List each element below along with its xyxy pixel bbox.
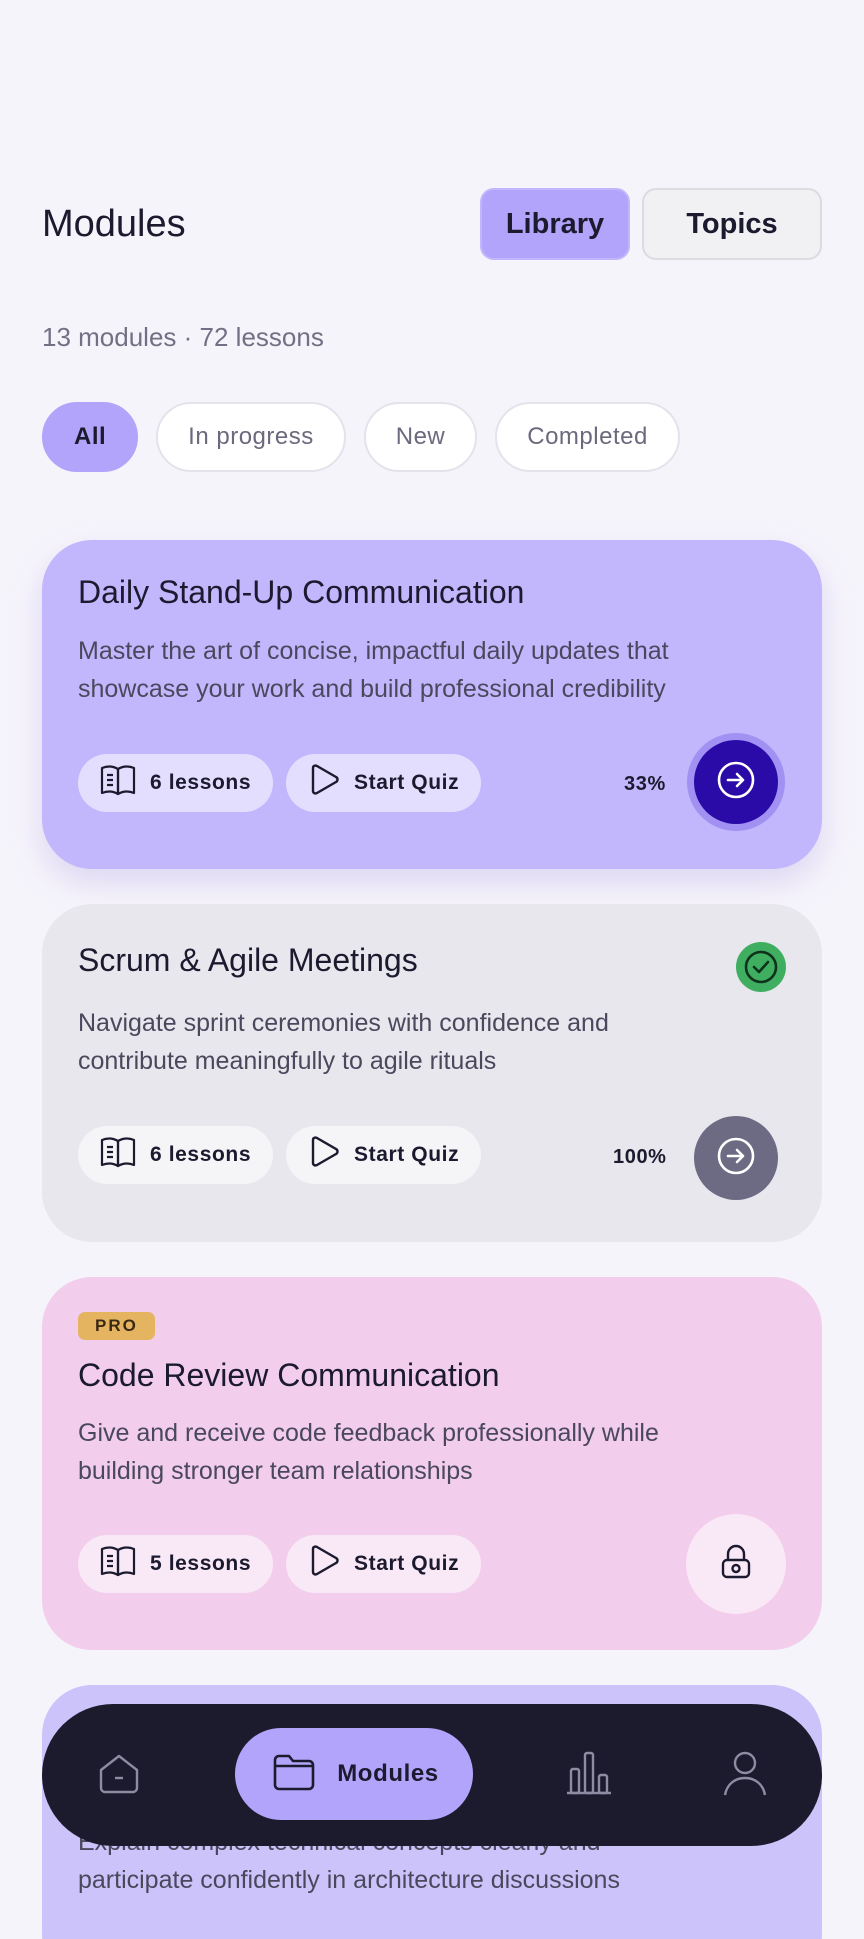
- check-circle-icon: [736, 942, 786, 992]
- lessons-count: 6 lessons: [150, 1143, 252, 1166]
- nav-modules[interactable]: Modules: [235, 1728, 473, 1820]
- filter-in-progress[interactable]: In progress: [156, 402, 346, 472]
- nav-profile[interactable]: [718, 1748, 772, 1802]
- start-quiz-button[interactable]: Start Quiz: [286, 1126, 482, 1184]
- start-quiz-label: Start Quiz: [354, 1552, 460, 1575]
- nav-progress[interactable]: [562, 1748, 616, 1802]
- card-description-line: showcase your work and build professiona…: [78, 675, 666, 703]
- lessons-pill[interactable]: 6 lessons: [78, 1126, 274, 1184]
- module-card-scrum-agile[interactable]: Scrum & Agile Meetings Navigate sprint c…: [42, 904, 822, 1242]
- start-quiz-label: Start Quiz: [354, 771, 460, 794]
- bottom-nav: Modules: [42, 1704, 822, 1846]
- card-description-line: Give and receive code feedback professio…: [78, 1419, 659, 1447]
- arrow-right-circle-icon: [716, 1136, 756, 1181]
- modules-summary: 13 modules · 72 lessons: [42, 322, 324, 352]
- folder-icon: [269, 1747, 319, 1802]
- card-title: Daily Stand-Up Communication: [78, 574, 525, 610]
- tab-topics[interactable]: Topics: [642, 188, 822, 260]
- open-module-button[interactable]: [694, 1116, 778, 1200]
- book-icon: [98, 1541, 138, 1587]
- lessons-count: 5 lessons: [150, 1552, 252, 1575]
- page-title: Modules: [42, 202, 186, 245]
- card-description-line: building stronger team relationships: [78, 1457, 473, 1485]
- lessons-pill[interactable]: 5 lessons: [78, 1535, 274, 1593]
- card-description-line: participate confidently in architecture …: [78, 1866, 620, 1894]
- card-description: Master the art of concise, impactful dai…: [78, 632, 786, 708]
- home-icon: [94, 1749, 144, 1804]
- pro-badge: PRO: [78, 1312, 155, 1340]
- card-description: Give and receive code feedback professio…: [78, 1414, 786, 1490]
- module-card-daily-standup[interactable]: Daily Stand-Up Communication Master the …: [42, 540, 822, 869]
- play-icon: [306, 762, 342, 804]
- play-icon: [306, 1543, 342, 1585]
- book-icon: [98, 760, 138, 806]
- card-description-line: Navigate sprint ceremonies with confiden…: [78, 1009, 609, 1037]
- play-icon: [306, 1134, 342, 1176]
- open-module-button[interactable]: [694, 740, 778, 824]
- card-description: Navigate sprint ceremonies with confiden…: [78, 1004, 786, 1080]
- filter-all[interactable]: All: [42, 402, 139, 472]
- arrow-right-circle-icon: [716, 760, 756, 805]
- start-quiz-button[interactable]: Start Quiz: [286, 1535, 482, 1593]
- lessons-count: 6 lessons: [150, 771, 252, 794]
- card-title: Scrum & Agile Meetings: [78, 942, 418, 978]
- lock-icon: [715, 1541, 757, 1588]
- card-description-line: Master the art of concise, impactful dai…: [78, 637, 669, 665]
- progress-percent: 100%: [613, 1146, 667, 1168]
- header: Modules Library Topics: [42, 186, 822, 262]
- view-switcher: Library Topics: [480, 188, 822, 260]
- lessons-pill[interactable]: 6 lessons: [78, 754, 274, 812]
- card-description-line: contribute meaningfully to agile rituals: [78, 1047, 497, 1075]
- locked-module-button[interactable]: [686, 1514, 786, 1614]
- filter-new[interactable]: New: [363, 402, 478, 472]
- tab-library[interactable]: Library: [480, 188, 630, 260]
- nav-home[interactable]: [92, 1749, 146, 1803]
- user-icon: [719, 1747, 771, 1804]
- module-card-code-review[interactable]: PRO Code Review Communication Give and r…: [42, 1277, 822, 1650]
- nav-modules-label: Modules: [337, 1760, 439, 1787]
- start-quiz-button[interactable]: Start Quiz: [286, 754, 482, 812]
- book-icon: [98, 1132, 138, 1178]
- progress-percent: 33%: [624, 773, 666, 795]
- card-title: Code Review Communication: [78, 1357, 500, 1393]
- filter-chips: All In progress New Completed: [42, 402, 680, 472]
- filter-completed[interactable]: Completed: [495, 402, 680, 472]
- start-quiz-label: Start Quiz: [354, 1143, 460, 1166]
- bar-chart-icon: [563, 1747, 615, 1804]
